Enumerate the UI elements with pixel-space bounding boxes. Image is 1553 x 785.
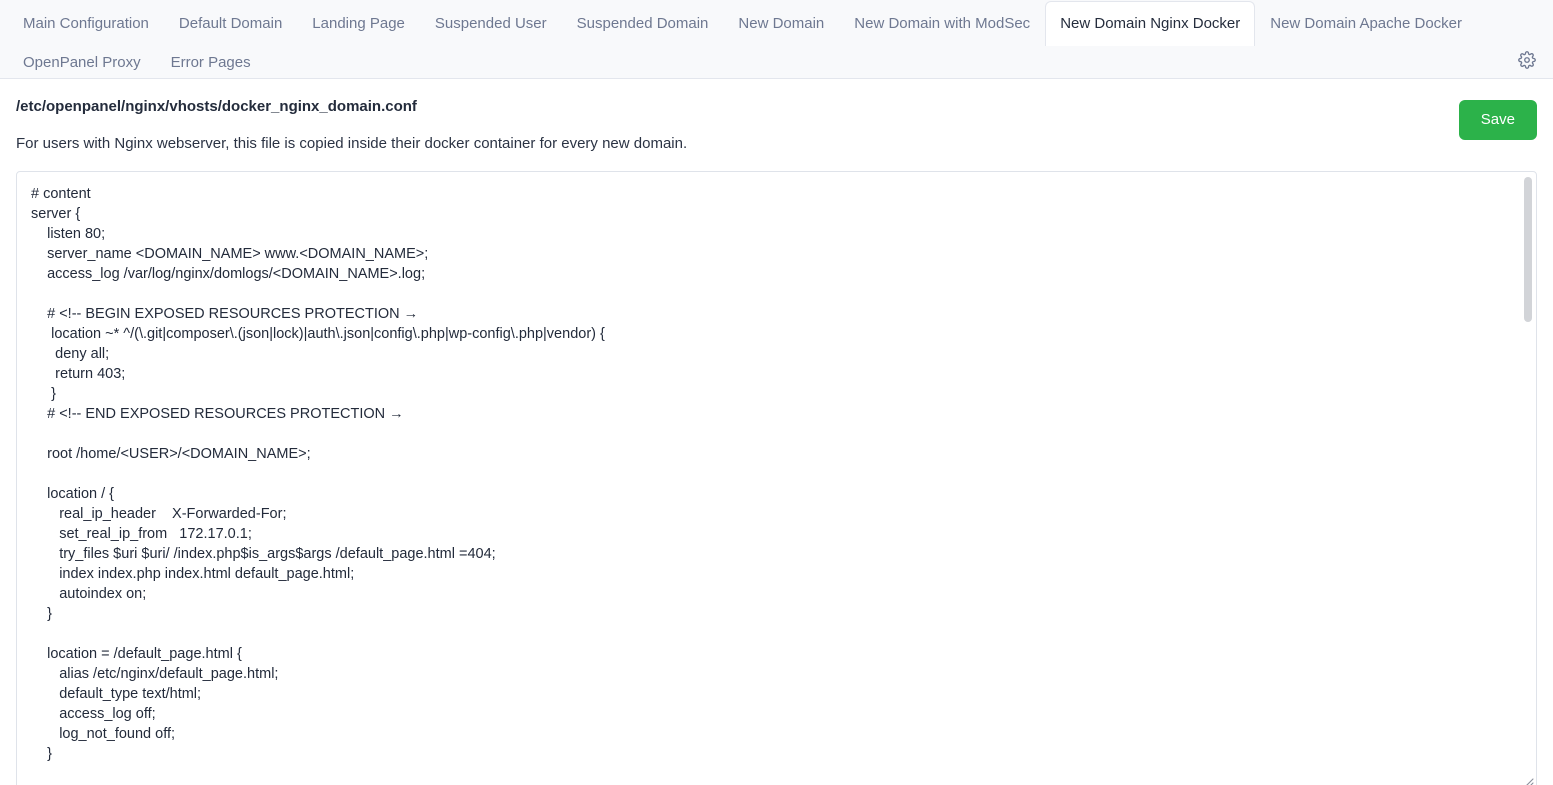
tab-default-domain[interactable]: Default Domain: [164, 1, 297, 46]
tab-new-domain-with-modsec[interactable]: New Domain with ModSec: [839, 1, 1045, 46]
content-area: /etc/openpanel/nginx/vhosts/docker_nginx…: [0, 79, 1553, 785]
config-editor[interactable]: # content server { listen 80; server_nam…: [16, 171, 1537, 785]
page-description: For users with Nginx webserver, this fil…: [16, 135, 688, 152]
page-title: /etc/openpanel/nginx/vhosts/docker_nginx…: [16, 98, 417, 115]
tab-new-domain[interactable]: New Domain: [723, 1, 839, 46]
gear-icon[interactable]: [1515, 48, 1539, 72]
tab-suspended-user[interactable]: Suspended User: [420, 1, 562, 46]
tab-openpanel-proxy[interactable]: OpenPanel Proxy: [8, 45, 156, 79]
editor-wrapper: # content server { listen 80; server_nam…: [16, 171, 1537, 785]
tab-row-primary: Main Configuration Default Domain Landin…: [0, 0, 1553, 46]
tab-new-domain-apache-docker[interactable]: New Domain Apache Docker: [1255, 1, 1477, 46]
tab-bar: Main Configuration Default Domain Landin…: [0, 0, 1553, 79]
tab-suspended-domain[interactable]: Suspended Domain: [562, 1, 724, 46]
tab-new-domain-nginx-docker[interactable]: New Domain Nginx Docker: [1045, 1, 1256, 46]
editor-resize-handle[interactable]: [1519, 773, 1535, 785]
save-button[interactable]: Save: [1458, 100, 1537, 140]
tab-row-secondary: OpenPanel Proxy Error Pages: [0, 45, 1553, 79]
tab-main-configuration[interactable]: Main Configuration: [8, 1, 164, 46]
editor-scrollbar[interactable]: [1521, 173, 1535, 785]
tab-error-pages[interactable]: Error Pages: [156, 45, 266, 79]
tab-landing-page[interactable]: Landing Page: [297, 1, 420, 46]
config-editor-text[interactable]: # content server { listen 80; server_nam…: [17, 172, 1536, 785]
editor-scrollbar-thumb[interactable]: [1524, 177, 1532, 322]
